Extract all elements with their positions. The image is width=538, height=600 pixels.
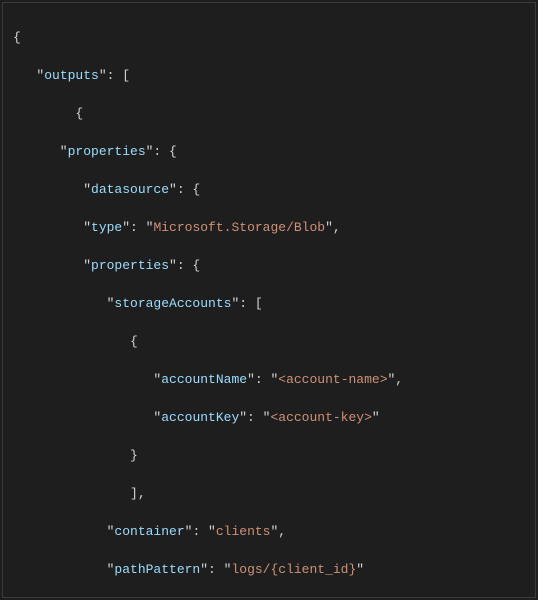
json-key: outputs: [44, 68, 99, 83]
code-line: "outputs": [: [13, 66, 535, 85]
code-line: "storageAccounts": [: [13, 294, 535, 313]
json-string: logs/{client_id}: [231, 562, 356, 577]
code-line: {: [13, 332, 535, 351]
code-line: "type": "Microsoft.Storage/Blob",: [13, 218, 535, 237]
code-line: "container": "clients",: [13, 522, 535, 541]
code-editor: { "outputs": [ { "properties": { "dataso…: [2, 2, 536, 598]
json-key: storageAccounts: [114, 296, 231, 311]
json-key: pathPattern: [114, 562, 200, 577]
code-line: ],: [13, 484, 535, 503]
json-string: Microsoft.Storage/Blob: [153, 220, 325, 235]
json-key: accountKey: [161, 410, 239, 425]
json-string: clients: [216, 524, 271, 539]
code-line: "pathPattern": "logs/{client_id}": [13, 560, 535, 579]
code-line: {: [13, 104, 535, 123]
code-line: }: [13, 446, 535, 465]
json-key: properties: [68, 144, 146, 159]
json-key: type: [91, 220, 122, 235]
json-string: <account-name>: [278, 372, 387, 387]
json-string: <account-key>: [270, 410, 371, 425]
code-line: {: [13, 28, 535, 47]
code-line: "datasource": {: [13, 180, 535, 199]
json-key: datasource: [91, 182, 169, 197]
code-line: "properties": {: [13, 142, 535, 161]
json-key: properties: [91, 258, 169, 273]
code-line: "properties": {: [13, 256, 535, 275]
code-line: "accountName": "<account-name>",: [13, 370, 535, 389]
code-line: "accountKey": "<account-key>": [13, 408, 535, 427]
json-key: container: [114, 524, 184, 539]
json-key: accountName: [161, 372, 247, 387]
